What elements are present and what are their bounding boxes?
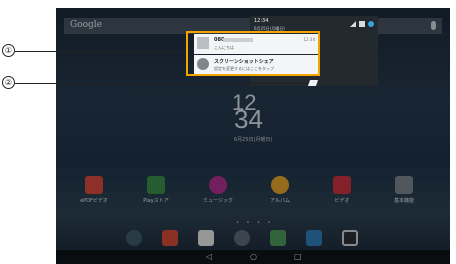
callout-1: ①: [2, 44, 15, 57]
account-icon[interactable]: [368, 21, 374, 27]
signal-icon: [350, 21, 356, 27]
callout-2-line: [15, 83, 309, 84]
notification-highlight: [186, 31, 320, 76]
callout-1-line: [15, 51, 186, 52]
status-icons: [350, 21, 374, 27]
battery-icon: [359, 21, 365, 27]
callout-2: ②: [2, 76, 15, 89]
